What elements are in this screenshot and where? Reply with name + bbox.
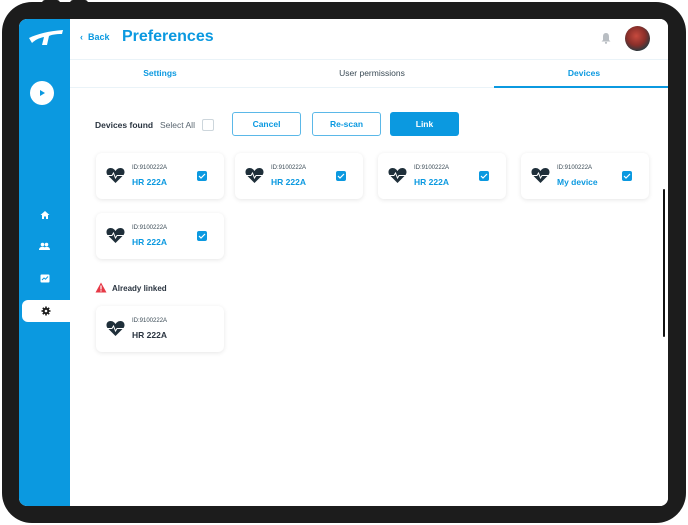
main-content: ‹ Back Preferences Settings User permiss…: [70, 19, 668, 506]
checkmark-icon: [480, 173, 488, 179]
device-id: ID:9100222A: [271, 165, 307, 171]
heart-rate-icon: [245, 168, 264, 183]
sidebar-item-users[interactable]: [19, 235, 70, 257]
tab-devices[interactable]: Devices: [494, 60, 668, 87]
device-checkbox[interactable]: [479, 171, 489, 181]
tab-user-permissions[interactable]: User permissions: [250, 60, 494, 87]
link-button[interactable]: Link: [390, 112, 459, 136]
linked-device-card[interactable]: ID:9100222A HR 222A: [96, 306, 224, 352]
select-all-checkbox[interactable]: [202, 119, 214, 131]
heart-rate-icon: [388, 168, 407, 183]
device-card[interactable]: ID:9100222A HR 222A: [235, 153, 363, 199]
device-checkbox[interactable]: [197, 231, 207, 241]
device-checkbox[interactable]: [622, 171, 632, 181]
back-label: Back: [88, 32, 110, 42]
checkmark-icon: [198, 173, 206, 179]
logo-icon: [29, 30, 63, 45]
device-card[interactable]: ID:9100222A My device: [521, 153, 649, 199]
heart-rate-icon: [106, 228, 125, 243]
sidebar-item-home[interactable]: [19, 204, 70, 226]
back-button[interactable]: ‹ Back: [80, 32, 110, 42]
sidebar: [19, 19, 70, 506]
device-name: HR 222A: [132, 237, 167, 247]
tab-bar: Settings User permissions Devices: [70, 59, 668, 88]
device-card[interactable]: ID:9100222A HR 222A: [96, 213, 224, 259]
checkmark-icon: [337, 173, 345, 179]
cancel-button[interactable]: Cancel: [232, 112, 301, 136]
active-tab-indicator: [494, 86, 668, 88]
already-linked-label: Already linked: [112, 284, 167, 293]
gear-icon: [41, 306, 51, 316]
device-checkbox[interactable]: [197, 171, 207, 181]
device-id: ID:9100222A: [132, 165, 168, 171]
user-avatar[interactable]: [625, 26, 650, 51]
app-screen: ‹ Back Preferences Settings User permiss…: [19, 19, 668, 506]
heart-rate-icon: [106, 321, 125, 336]
warning-icon: [95, 282, 107, 293]
users-icon: [39, 242, 50, 250]
device-id: ID:9100222A: [414, 165, 450, 171]
device-id: ID:9100222A: [557, 165, 593, 171]
notification-bell-icon[interactable]: [601, 32, 611, 44]
device-name: HR 222A: [132, 330, 167, 340]
device-name: HR 222A: [271, 177, 306, 187]
device-card[interactable]: ID:9100222A HR 222A: [378, 153, 506, 199]
device-name: HR 222A: [132, 177, 167, 187]
rescan-button[interactable]: Re-scan: [312, 112, 381, 136]
chart-icon: [40, 274, 49, 282]
select-all-label: Select All: [160, 120, 195, 130]
device-card[interactable]: ID:9100222A HR 222A: [96, 153, 224, 199]
bezel-button: [42, 0, 60, 8]
page-title: Preferences: [122, 28, 214, 45]
sidebar-item-reports[interactable]: [19, 267, 70, 289]
checkmark-icon: [623, 173, 631, 179]
device-id: ID:9100222A: [132, 318, 168, 324]
tab-settings[interactable]: Settings: [70, 60, 250, 87]
play-button[interactable]: [30, 81, 54, 105]
heart-rate-icon: [531, 168, 550, 183]
home-icon: [40, 211, 49, 219]
device-name: HR 222A: [414, 177, 449, 187]
chevron-left-icon: ‹: [80, 32, 83, 42]
device-name: My device: [557, 177, 598, 187]
scrollbar[interactable]: [663, 189, 665, 337]
device-checkbox[interactable]: [336, 171, 346, 181]
bezel-button: [70, 0, 88, 8]
checkmark-icon: [198, 233, 206, 239]
play-icon: [40, 90, 45, 96]
header: ‹ Back Preferences: [70, 19, 668, 59]
device-id: ID:9100222A: [132, 225, 168, 231]
sidebar-item-settings[interactable]: [22, 300, 70, 322]
heart-rate-icon: [106, 168, 125, 183]
devices-found-label: Devices found: [95, 120, 154, 130]
